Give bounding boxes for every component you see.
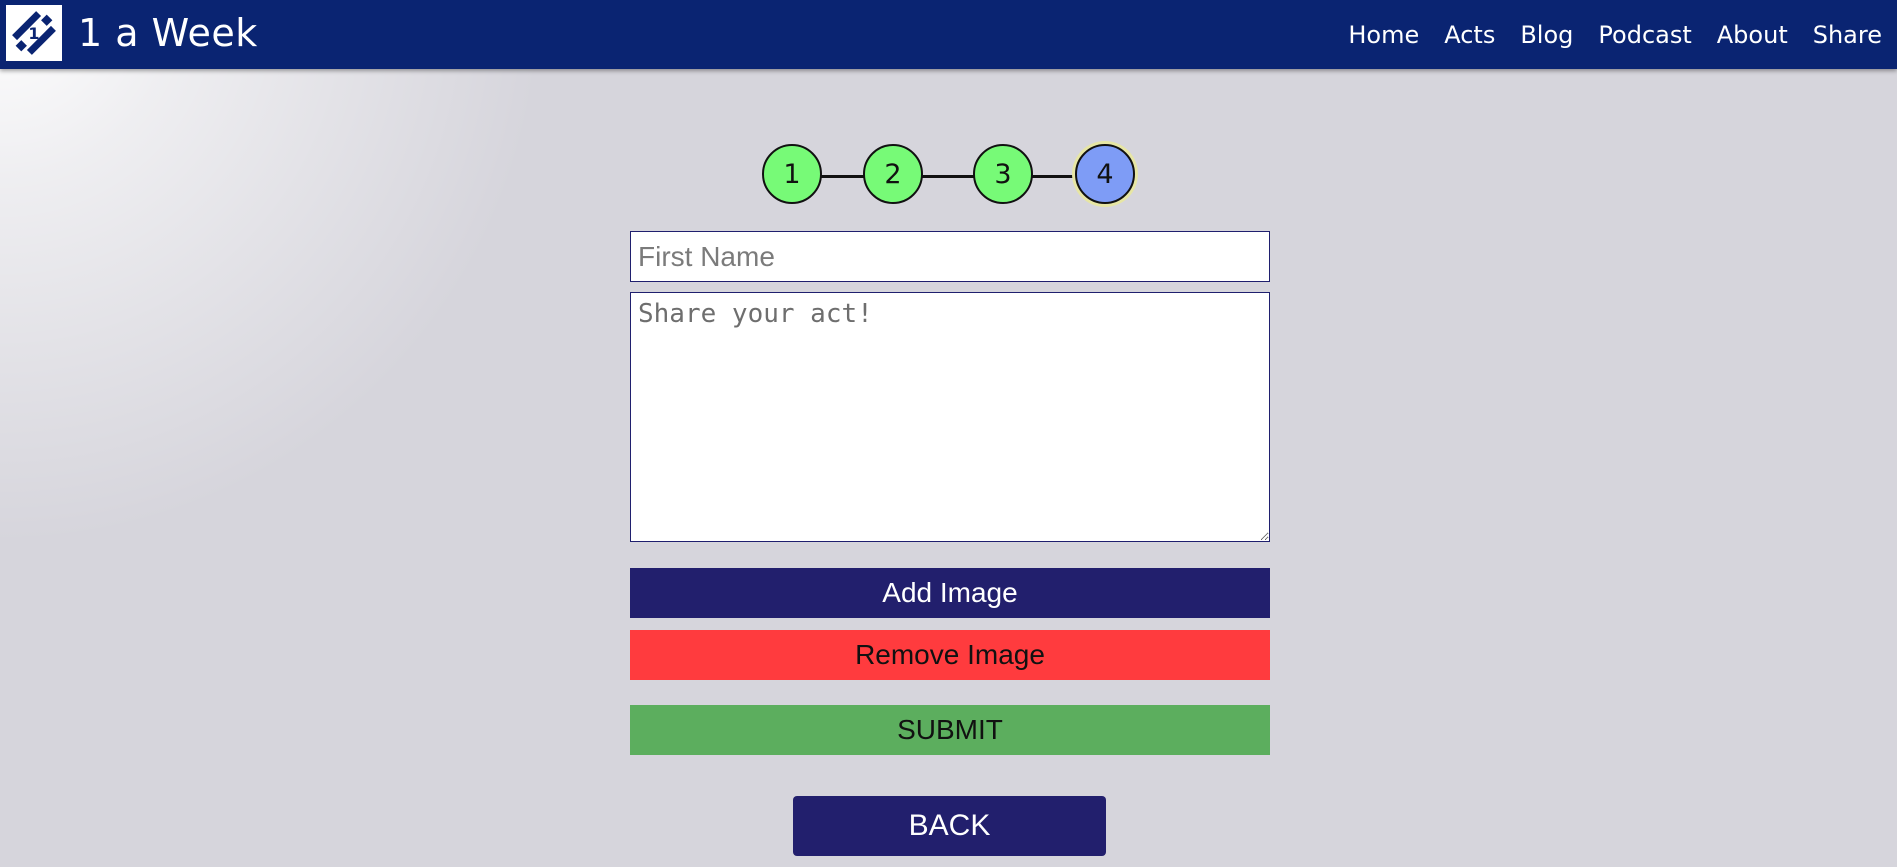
stepper-connector-line [792,175,1107,178]
first-name-input[interactable] [630,231,1270,282]
back-button[interactable]: BACK [793,796,1106,856]
nav-about[interactable]: About [1717,21,1788,49]
top-navbar: 1 1 a Week Home Acts Blog Podcast About … [0,0,1897,69]
add-image-button[interactable]: Add Image [630,568,1270,618]
nav-share[interactable]: Share [1813,21,1882,49]
brand-name: 1 a Week [78,11,258,55]
nav-acts[interactable]: Acts [1444,21,1495,49]
share-act-textarea[interactable] [630,292,1270,542]
step-4-active: 4 [1075,144,1135,204]
brand-home-link[interactable]: 1 1 a Week [6,4,258,62]
nav-podcast[interactable]: Podcast [1598,21,1691,49]
nav-blog[interactable]: Blog [1520,21,1573,49]
nav-home[interactable]: Home [1348,21,1419,49]
remove-image-button[interactable]: Remove Image [630,630,1270,680]
step-1: 1 [762,144,822,204]
nav-links: Home Acts Blog Podcast About Share [1323,0,1882,69]
progress-stepper: 1 2 3 4 [762,144,1137,208]
step-3: 3 [973,144,1033,204]
svg-text:1: 1 [28,24,39,43]
share-act-form: Add Image Remove Image SUBMIT [630,231,1270,755]
logo-icon: 1 [6,5,62,61]
step-2: 2 [863,144,923,204]
submit-button[interactable]: SUBMIT [630,705,1270,755]
background-glow [0,0,700,700]
